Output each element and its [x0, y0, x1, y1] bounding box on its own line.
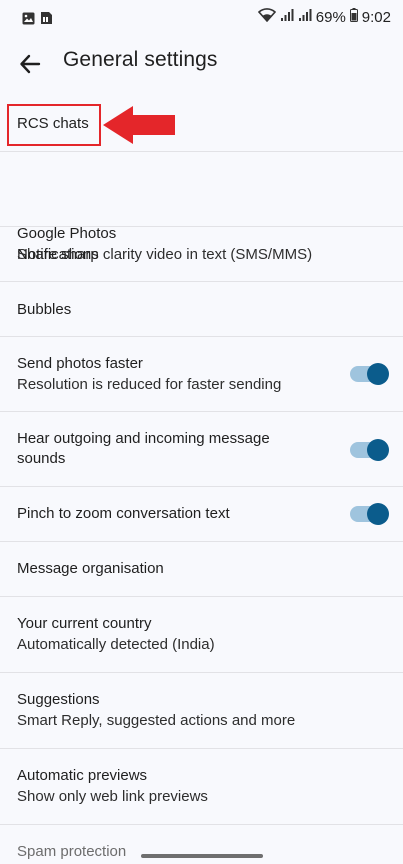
- setting-send-photos-faster[interactable]: Send photos faster Resolution is reduced…: [0, 337, 403, 412]
- setting-spam-protection[interactable]: Spam protection: [0, 825, 403, 864]
- battery-percent: 69%: [315, 8, 346, 26]
- setting-title: Pinch to zoom conversation text: [17, 505, 230, 522]
- setting-notifications[interactable]: Notifications: [0, 227, 403, 282]
- signal-icon: [298, 8, 312, 26]
- setting-subtitle: Smart Reply, suggested actions and more: [17, 712, 296, 729]
- setting-title: Automatic previews: [17, 767, 148, 784]
- toggle-switch[interactable]: [350, 503, 389, 525]
- signal-icon: [280, 8, 294, 26]
- toggle-knob: [367, 503, 389, 525]
- setting-title: Bubbles: [17, 301, 72, 318]
- setting-title: Spam protection: [17, 843, 127, 860]
- setting-title: Your current country: [17, 615, 152, 632]
- setting-google-photos[interactable]: Google Photos Share sharp clarity video …: [0, 152, 403, 263]
- setting-current-country[interactable]: Your current country Automatically detec…: [0, 597, 403, 673]
- setting-message-sounds[interactable]: Hear outgoing and incoming message sound…: [0, 412, 403, 487]
- settings-list: RCS chats Google Photos Share sharp clar…: [0, 96, 403, 864]
- toggle-switch[interactable]: [350, 363, 389, 385]
- setting-title: Hear outgoing and incoming message sound…: [17, 430, 270, 467]
- gallery-icon: [22, 12, 35, 30]
- battery-icon: [349, 8, 358, 26]
- screen: 69% 9:02 General settings RCS chats Goog…: [0, 0, 403, 864]
- setting-suggestions[interactable]: Suggestions Smart Reply, suggested actio…: [0, 673, 403, 749]
- clock: 9:02: [361, 8, 391, 26]
- setting-automatic-previews[interactable]: Automatic previews Show only web link pr…: [0, 749, 403, 825]
- arrow-back-icon: [20, 54, 41, 74]
- status-left: [22, 11, 53, 30]
- setting-subtitle: Resolution is reduced for faster sending: [17, 376, 282, 393]
- wifi-icon: [257, 8, 276, 26]
- back-button[interactable]: [12, 46, 48, 82]
- setting-title: Message organisation: [17, 560, 164, 577]
- sim-card-icon: [40, 11, 53, 30]
- setting-title: Suggestions: [17, 691, 100, 708]
- setting-bubbles[interactable]: Bubbles: [0, 282, 403, 337]
- app-bar: General settings: [0, 36, 403, 92]
- setting-title: Send photos faster: [17, 355, 143, 372]
- red-arrow-icon: [103, 106, 175, 144]
- highlight-box: [7, 104, 101, 146]
- setting-subtitle: Show only web link previews: [17, 788, 208, 805]
- setting-subtitle: Automatically detected (India): [17, 636, 215, 653]
- setting-message-organisation[interactable]: Message organisation: [0, 542, 403, 597]
- toggle-knob: [367, 439, 389, 461]
- setting-pinch-to-zoom[interactable]: Pinch to zoom conversation text: [0, 487, 403, 542]
- page-title: General settings: [63, 48, 218, 71]
- toggle-switch[interactable]: [350, 439, 389, 461]
- status-bar: 69% 9:02: [0, 0, 403, 36]
- status-right: 69% 9:02: [257, 8, 391, 26]
- home-indicator[interactable]: [141, 854, 263, 858]
- setting-title: Notifications: [17, 246, 99, 263]
- toggle-knob: [367, 363, 389, 385]
